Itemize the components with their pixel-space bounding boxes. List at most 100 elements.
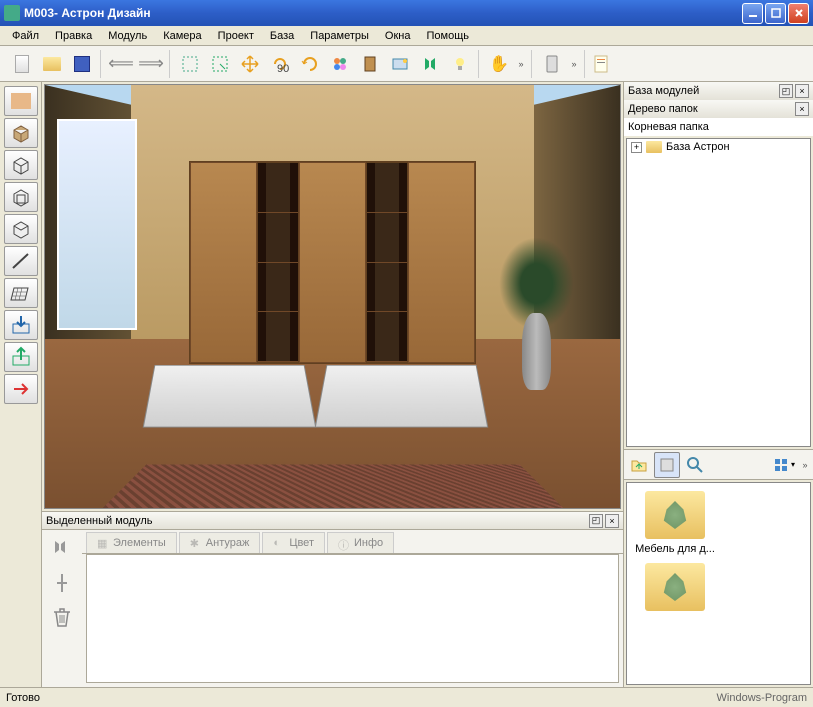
pan-button[interactable]: ✋ bbox=[485, 50, 513, 78]
rpanel-dock-button[interactable]: ◰ bbox=[779, 84, 793, 98]
palette-icon: ◐ bbox=[273, 537, 285, 549]
modules-db-title: База модулей bbox=[628, 85, 777, 97]
menu-module[interactable]: Модуль bbox=[100, 28, 155, 44]
module-mirror-icon[interactable] bbox=[51, 538, 73, 560]
tool-import[interactable] bbox=[4, 310, 38, 340]
rotate90-button[interactable]: 90 bbox=[266, 50, 294, 78]
tab-elements[interactable]: ▦Элементы bbox=[86, 532, 177, 553]
box-icon bbox=[10, 122, 32, 144]
app-icon bbox=[4, 5, 20, 21]
folder-tree[interactable]: + База Астрон bbox=[626, 138, 811, 447]
root-folder-header: Корневая папка bbox=[624, 118, 813, 136]
leaf-icon bbox=[661, 573, 689, 601]
folder-item-label: Мебель для д... bbox=[635, 543, 715, 555]
folder-content[interactable]: Мебель для д... bbox=[626, 482, 811, 685]
menu-base[interactable]: База bbox=[262, 28, 302, 44]
right-toolbar: ▾ » bbox=[624, 450, 813, 480]
tree-close-button[interactable]: × bbox=[795, 102, 809, 116]
maximize-button[interactable] bbox=[765, 3, 786, 24]
modules-db-header: База модулей ◰ × bbox=[624, 82, 813, 100]
phone-button[interactable] bbox=[538, 50, 566, 78]
tab-entourage[interactable]: ✱Антураж bbox=[179, 532, 261, 553]
close-button[interactable] bbox=[788, 3, 809, 24]
mirror-button[interactable] bbox=[416, 50, 444, 78]
select-button[interactable] bbox=[176, 50, 204, 78]
rotate-button[interactable] bbox=[296, 50, 324, 78]
move-button[interactable] bbox=[236, 50, 264, 78]
menu-project[interactable]: Проект bbox=[210, 28, 262, 44]
tree-node-label: База Астрон bbox=[666, 141, 730, 153]
up-folder-button[interactable] bbox=[626, 452, 652, 478]
tree-node-root[interactable]: + База Астрон bbox=[627, 139, 810, 155]
line-icon bbox=[10, 250, 32, 272]
menu-file[interactable]: Файл bbox=[4, 28, 47, 44]
module-left-tools bbox=[42, 530, 82, 687]
panel-close-button[interactable]: × bbox=[605, 514, 619, 528]
root-folder-label: Корневая папка bbox=[628, 121, 709, 133]
module-slider-icon[interactable] bbox=[51, 572, 73, 594]
mirror-icon bbox=[421, 55, 439, 73]
minimize-button[interactable] bbox=[742, 3, 763, 24]
tab-info[interactable]: ⓘИнфо bbox=[327, 532, 394, 553]
menu-windows[interactable]: Окна bbox=[377, 28, 419, 44]
tool-cube3[interactable] bbox=[4, 214, 38, 244]
star-icon: ✱ bbox=[190, 537, 202, 549]
doc-button[interactable] bbox=[587, 50, 615, 78]
selected-module-title: Выделенный модуль bbox=[46, 515, 587, 527]
tool-cube2[interactable] bbox=[4, 182, 38, 212]
import-icon bbox=[10, 314, 32, 336]
palette-button[interactable] bbox=[326, 50, 354, 78]
select-icon bbox=[181, 55, 199, 73]
tool-export[interactable] bbox=[4, 342, 38, 372]
folder-item-2[interactable] bbox=[635, 563, 715, 611]
toolbar-overflow-1[interactable]: » bbox=[515, 50, 527, 78]
render-button[interactable] bbox=[386, 50, 414, 78]
export-icon bbox=[10, 346, 32, 368]
folder-item-1[interactable]: Мебель для д... bbox=[635, 491, 715, 555]
toolbar-overflow-2[interactable]: » bbox=[568, 50, 580, 78]
right-panel: База модулей ◰ × Дерево папок × Корневая… bbox=[623, 82, 813, 687]
undo-button[interactable]: ⟸ bbox=[107, 50, 135, 78]
search-button[interactable] bbox=[682, 452, 708, 478]
right-toolbar-overflow[interactable]: » bbox=[799, 451, 811, 479]
new-button[interactable] bbox=[8, 50, 36, 78]
cube3-icon bbox=[10, 218, 32, 240]
menu-camera[interactable]: Камера bbox=[155, 28, 209, 44]
folder-tree-header: Дерево папок × bbox=[624, 100, 813, 118]
status-text: Готово bbox=[6, 692, 717, 704]
bed-2 bbox=[315, 365, 489, 428]
tool-plane[interactable] bbox=[4, 278, 38, 308]
panel-dock-button[interactable]: ◰ bbox=[589, 514, 603, 528]
module-content bbox=[86, 554, 619, 683]
tool-line[interactable] bbox=[4, 246, 38, 276]
titlebar: М003- Астрон Дизайн bbox=[0, 0, 813, 26]
leaf-icon bbox=[661, 501, 689, 529]
tool-cube-wire[interactable] bbox=[4, 150, 38, 180]
redo-button[interactable]: ⟹ bbox=[137, 50, 165, 78]
trash-icon[interactable] bbox=[52, 606, 72, 628]
open-button[interactable] bbox=[38, 50, 66, 78]
menu-help[interactable]: Помощь bbox=[418, 28, 477, 44]
rotate-icon bbox=[301, 55, 319, 73]
tool-arrow-right[interactable] bbox=[4, 374, 38, 404]
tool-material[interactable] bbox=[4, 86, 38, 116]
tool-box[interactable] bbox=[4, 118, 38, 148]
view-icons-button[interactable] bbox=[654, 452, 680, 478]
tab-color[interactable]: ◐Цвет bbox=[262, 532, 325, 553]
tree-expand-button[interactable]: + bbox=[631, 142, 642, 153]
view-options-button[interactable]: ▾ bbox=[771, 452, 797, 478]
menu-edit[interactable]: Правка bbox=[47, 28, 100, 44]
center-column: Выделенный модуль ◰ × ▦Элементы ✱Антураж… bbox=[42, 82, 623, 687]
save-button[interactable] bbox=[68, 50, 96, 78]
3d-viewport[interactable] bbox=[44, 84, 621, 509]
document-icon bbox=[593, 55, 609, 73]
undo-icon: ⟸ bbox=[108, 53, 134, 74]
select-tool-button[interactable] bbox=[206, 50, 234, 78]
render-icon bbox=[391, 55, 409, 73]
door-button[interactable] bbox=[356, 50, 384, 78]
left-toolbox bbox=[0, 82, 42, 687]
menu-params[interactable]: Параметры bbox=[302, 28, 377, 44]
statusbar: Готово Windows-Program bbox=[0, 687, 813, 707]
rpanel-close-button[interactable]: × bbox=[795, 84, 809, 98]
light-button[interactable] bbox=[446, 50, 474, 78]
